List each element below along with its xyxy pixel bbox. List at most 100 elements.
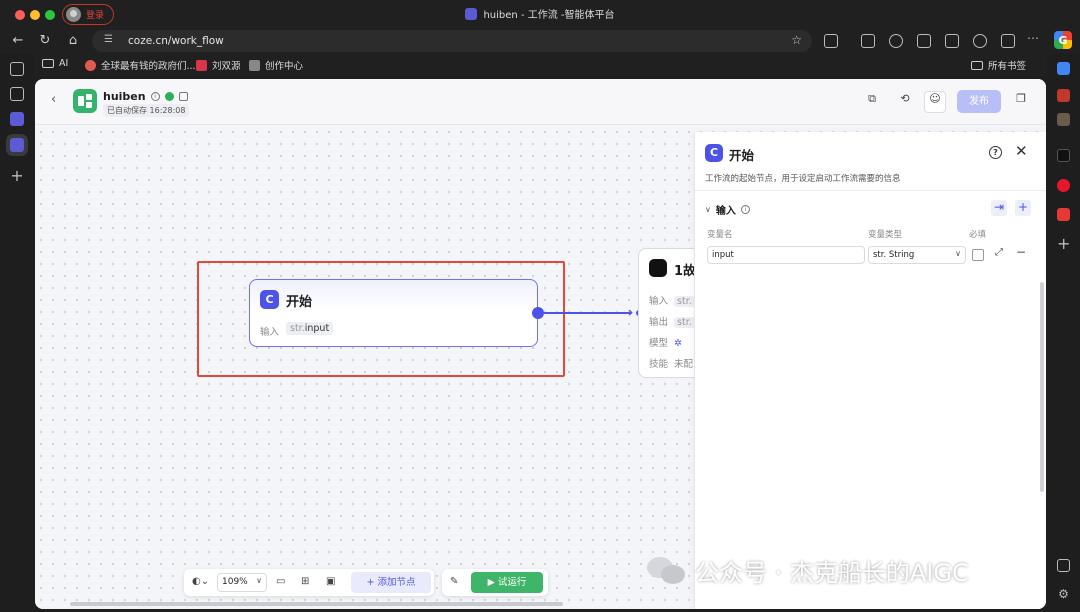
downloads-icon[interactable]	[917, 34, 931, 48]
coze-tab-icon	[465, 7, 478, 20]
bookmark-star-icon[interactable]: ☆	[791, 33, 802, 47]
start-node[interactable]: C 开始 输入 str.input	[249, 279, 538, 347]
minimap-icon[interactable]: ▣	[326, 576, 335, 587]
chess-icon[interactable]	[1057, 113, 1070, 126]
expand-icon[interactable]: ⤢	[995, 247, 1003, 258]
panel-title: 开始	[729, 148, 755, 163]
title-bar: 登录 huiben - 工作流 -智能体平台	[0, 0, 1080, 28]
variable-name-input[interactable]: input	[707, 246, 865, 264]
performance-icon[interactable]	[973, 34, 987, 48]
url-field[interactable]: ☰ coze.cn/work_flow ☆	[92, 30, 812, 52]
home-icon[interactable]: ⌂	[65, 33, 81, 48]
favorites-icon[interactable]	[861, 34, 875, 48]
wallet-icon[interactable]	[1001, 34, 1015, 48]
weibo-icon[interactable]	[1057, 179, 1070, 192]
divider	[695, 190, 1046, 191]
row-label: 输出	[649, 317, 669, 328]
workflow-name: huiben i	[103, 90, 188, 103]
col-header-required: 必填	[969, 230, 987, 240]
back-icon[interactable]: ←	[10, 33, 26, 48]
plus-icon: +	[366, 577, 378, 588]
remove-variable-icon[interactable]: −	[1016, 245, 1026, 259]
bookmark-item[interactable]: 刘双源	[196, 58, 241, 72]
bookmark-folder-all[interactable]: 所有书签	[971, 58, 1026, 72]
tab-actions-icon[interactable]	[10, 62, 24, 76]
help-icon[interactable]: ?	[989, 146, 1002, 159]
row-label: 输入	[649, 296, 669, 307]
site-icon	[249, 59, 260, 71]
bookmark-folder-ai[interactable]: AI	[42, 58, 68, 69]
publish-button[interactable]: 发布	[957, 90, 1001, 113]
canvas-scrollbar[interactable]	[70, 602, 563, 606]
input-section-header[interactable]: ∨ 输入 i	[705, 202, 750, 217]
tiktok-icon[interactable]	[1057, 149, 1070, 162]
reading-view-icon[interactable]	[945, 34, 959, 48]
input-name: input	[304, 323, 330, 334]
connection-edge	[544, 312, 630, 314]
start-node-title: 开始	[286, 295, 313, 310]
add-app-icon[interactable]: +	[1057, 236, 1070, 252]
add-node-button[interactable]: + 添加节点	[351, 572, 431, 593]
history-icon[interactable]: ⟲	[896, 92, 914, 110]
bookmarks-bar: AI 全球最有钱的政府们... 刘双源 创作中心 所有书签	[0, 54, 1080, 76]
extensions-icon[interactable]	[824, 34, 838, 48]
reload-icon[interactable]: ↻	[37, 33, 53, 48]
url-text: coze.cn/work_flow	[128, 35, 224, 47]
story-node-title: 1故	[674, 264, 697, 279]
toolbox-icon[interactable]	[1057, 89, 1070, 102]
node-config-panel: C 开始 ? ✕ 工作流的起始节点，用于设定启动工作流需要的信息 ∨ 输入 i …	[694, 132, 1046, 609]
watermark: 公众号 · 杰克船长的AIGC	[647, 553, 969, 588]
panel-scrollbar[interactable]	[1040, 282, 1044, 492]
duplicate-icon[interactable]: ❐	[1012, 92, 1030, 110]
bookmark-item[interactable]: 创作中心	[249, 58, 303, 72]
row-label: 模型	[649, 338, 669, 349]
sidebar-toggle-icon[interactable]	[1057, 559, 1070, 572]
bookmark-label: AI	[59, 58, 69, 69]
row-tag: 未配	[674, 359, 694, 370]
col-header-name: 变量名	[707, 230, 733, 240]
info-icon[interactable]: i	[740, 205, 750, 214]
tag-extension-icon[interactable]	[1057, 62, 1070, 75]
back-icon[interactable]: ‹	[51, 92, 56, 107]
site-settings-icon[interactable]: ☰	[104, 34, 113, 45]
site-icon	[85, 59, 96, 71]
add-variable-button[interactable]: +	[1015, 200, 1031, 216]
coze-tab-icon[interactable]	[10, 112, 24, 126]
panel-description: 工作流的起始节点，用于设定启动工作流需要的信息	[705, 174, 901, 184]
input-type: str.	[290, 323, 305, 334]
history-icon[interactable]	[889, 34, 903, 48]
coze-active-tab-icon[interactable]	[10, 138, 24, 152]
output-port[interactable]	[532, 307, 544, 319]
canvas-toolbar: ◐⌄ 109% ∨ ▭ ⊞ ▣ + 添加节点	[184, 569, 434, 596]
zoom-value: 109%	[222, 577, 248, 587]
bookmark-label: 所有书签	[988, 61, 1027, 72]
browser-window: 登录 huiben - 工作流 -智能体平台 ← ↻ ⌂ ☰ coze.cn/w…	[0, 0, 1080, 612]
auto-layout-icon[interactable]: ⊞	[301, 576, 309, 587]
variable-type-select[interactable]: str. String ∨	[868, 246, 966, 264]
new-tab-icon[interactable]: +	[10, 168, 24, 184]
zoom-select[interactable]: 109% ∨	[217, 573, 267, 592]
test-run-button[interactable]: ▶ 试运行	[471, 572, 543, 593]
comment-icon[interactable]: ▭	[276, 576, 285, 587]
mouse-mode-icon[interactable]: ◐⌄	[192, 576, 209, 587]
wrench-icon[interactable]: ✎	[450, 576, 458, 587]
copy-icon[interactable]: ⧉	[863, 92, 881, 110]
bookmark-label: 创作中心	[265, 61, 304, 72]
collaborators-icon[interactable]: ☺	[924, 91, 946, 113]
settings-gear-icon[interactable]: ⚙	[1057, 588, 1070, 601]
close-icon[interactable]: ✕	[1015, 142, 1028, 160]
more-menu-icon[interactable]: ⋯	[1027, 31, 1041, 45]
wechat-icon	[647, 555, 687, 587]
chevron-down-icon[interactable]: ∨	[705, 205, 711, 214]
red-app-icon[interactable]	[1057, 208, 1070, 221]
collections-icon[interactable]	[10, 87, 24, 101]
workflow-logo	[73, 89, 97, 113]
import-icon[interactable]: ⇥	[991, 200, 1007, 216]
required-checkbox[interactable]	[972, 249, 984, 261]
google-glyph: G	[1058, 33, 1068, 47]
bookmark-item[interactable]: 全球最有钱的政府们...	[85, 58, 196, 72]
info-icon[interactable]: i	[150, 92, 160, 101]
google-extension-icon[interactable]: G	[1054, 31, 1072, 49]
folder-icon	[971, 60, 983, 70]
edit-icon[interactable]	[178, 92, 188, 101]
